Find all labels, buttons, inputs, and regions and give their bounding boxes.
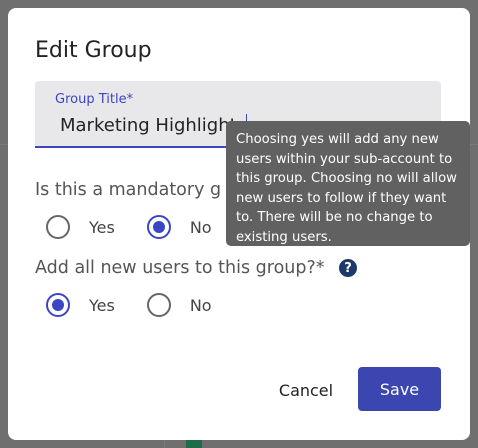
mandatory-yes-radio[interactable]	[46, 215, 70, 239]
add-users-yes-radio[interactable]	[46, 293, 70, 317]
mandatory-question: Is this a mandatory g	[35, 180, 222, 200]
add-users-yes-option[interactable]: Yes	[46, 293, 115, 317]
save-button[interactable]: Save	[358, 367, 441, 411]
add-new-users-radio-group: Yes No	[46, 293, 244, 317]
cancel-button[interactable]: Cancel	[270, 375, 342, 405]
mandatory-no-label: No	[189, 217, 212, 237]
add-users-no-radio[interactable]	[146, 293, 171, 317]
mandatory-radio-group: Yes No	[46, 215, 244, 239]
group-title-label: Group Title*	[55, 92, 134, 107]
add-users-yes-label: Yes	[89, 295, 115, 315]
mandatory-yes-label: Yes	[89, 217, 115, 237]
help-tooltip: Choosing yes will add any new users with…	[226, 121, 470, 246]
mandatory-no-radio[interactable]	[146, 215, 171, 239]
add-new-users-question: Add all new users to this group?*	[35, 258, 325, 278]
dialog-title: Edit Group	[35, 38, 152, 63]
question-circle-icon[interactable]: ?	[339, 259, 357, 277]
mandatory-yes-option[interactable]: Yes	[46, 215, 115, 239]
add-users-no-label: No	[189, 295, 212, 315]
add-users-no-option[interactable]: No	[146, 293, 212, 317]
edit-group-dialog: Edit Group Group Title* Marketing Highli…	[8, 8, 470, 440]
group-title-input[interactable]: Marketing Highlight	[60, 115, 237, 136]
mandatory-no-option[interactable]: No	[146, 215, 212, 239]
